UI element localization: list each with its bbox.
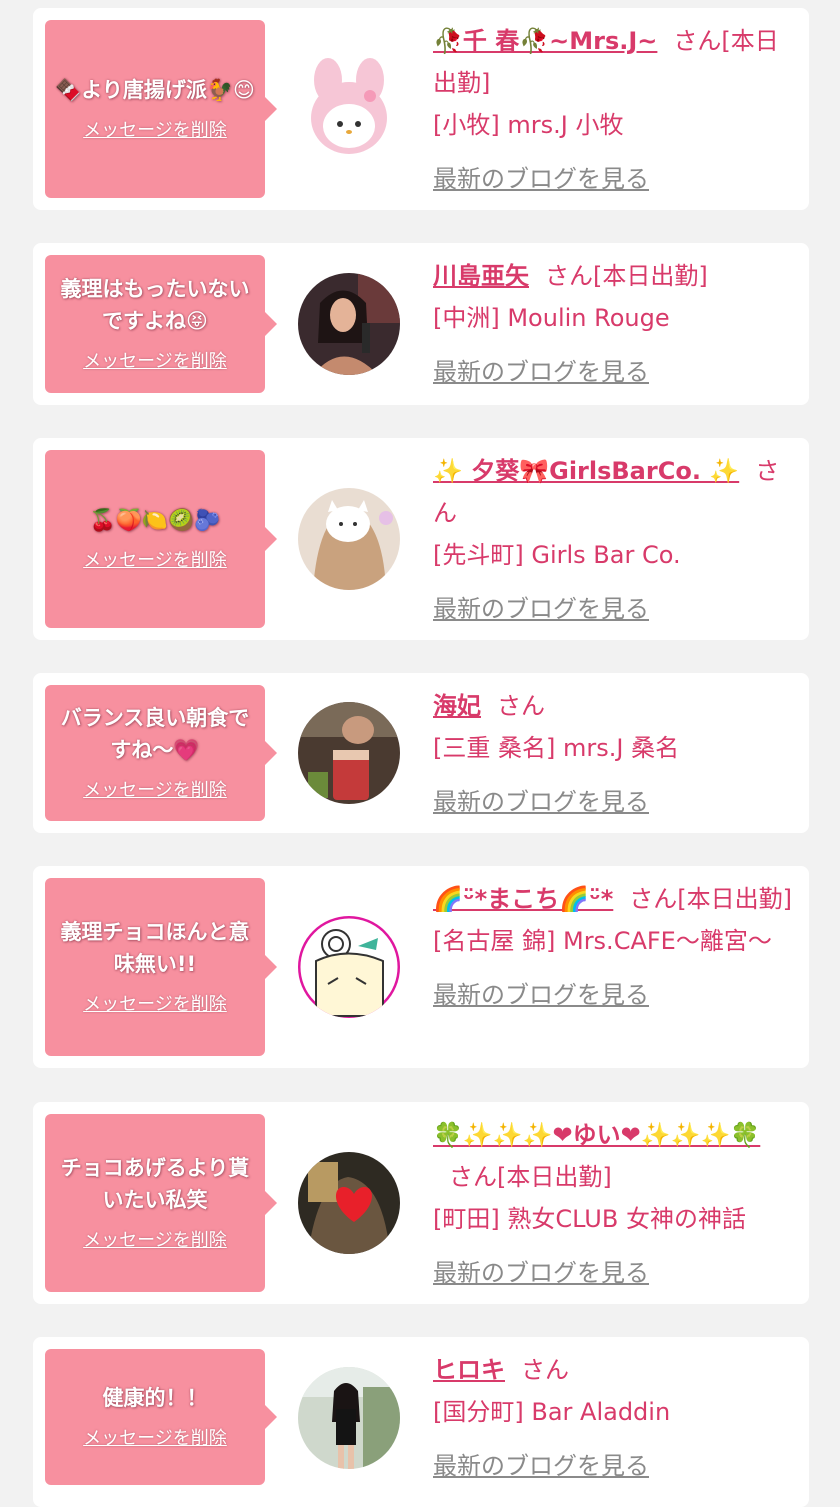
san-label: さん [521,1356,569,1384]
message-bubble: 義理チョコほんと意味無い!! メッセージを削除 [45,878,277,1056]
message-card: バランス良い朝食ですね〜💗 メッセージを削除 海妃 さん [三重 桑名] mrs.… [33,673,809,833]
delete-message-link[interactable]: メッセージを削除 [83,776,227,802]
sender-name-link[interactable]: 🍀✨✨✨❤ゆい❤✨✨✨🍀 [433,1121,760,1149]
sender-name-link[interactable]: 海妃 [433,692,481,720]
delete-message-link[interactable]: メッセージを削除 [83,546,227,572]
sender-info: ✨ 夕葵🎀GirlsBarCo. ✨ さん [先斗町] Girls Bar Co.… [433,450,793,630]
sender-info: 🍀✨✨✨❤ゆい❤✨✨✨🍀 さん[本日出勤] [町田] 熟女CLUB 女神の神話 最… [433,1114,793,1294]
latest-blog-link[interactable]: 最新のブログを見る [433,781,793,823]
sender-info: 🥀千 春🥀~Mrs.J~ さん[本日出勤] [小牧] mrs.J 小牧 最新のブロ… [433,20,793,200]
san-label: さん [449,1163,497,1191]
name-row: 🍀✨✨✨❤ゆい❤✨✨✨🍀 さん[本日出勤] [433,1114,793,1198]
message-bubble: 🍫より唐揚げ派🐓😊 メッセージを削除 [45,20,277,198]
delete-message-link[interactable]: メッセージを削除 [83,116,227,142]
heart-photo-icon [298,1152,400,1254]
message-card: 🍫より唐揚げ派🐓😊 メッセージを削除 🥀千 春🥀~Mrs.J~ さん[本日出勤] … [33,8,809,210]
my-melody-plush-icon [298,58,400,160]
latest-blog-link[interactable]: 最新のブログを見る [433,1445,793,1487]
status-label: [本日出勤] [677,885,793,913]
delete-message-link[interactable]: メッセージを削除 [83,990,227,1016]
sender-name-link[interactable]: 川島亜矢 [433,262,529,290]
name-row: 🌈ᵕ̈*まこち🌈ᵕ̈* さん[本日出勤] [433,878,793,920]
shop-label: [中洲] Moulin Rouge [433,304,670,332]
message-bubble: バランス良い朝食ですね〜💗 メッセージを削除 [45,685,277,821]
status-label: [本日出勤] [593,262,708,290]
message-list: 🍫より唐揚げ派🐓😊 メッセージを削除 🥀千 春🥀~Mrs.J~ さん[本日出勤] … [0,0,840,1507]
latest-blog-link[interactable]: 最新のブログを見る [433,974,793,1016]
message-card: チョコあげるより貰いたい私笑 メッセージを削除 🍀✨✨✨❤ゆい❤✨✨✨🍀 さん[本… [33,1102,809,1304]
avatar[interactable] [298,273,400,375]
message-text: 🍫より唐揚げ派🐓😊 [55,78,255,102]
avatar[interactable] [298,1152,400,1254]
message-card: 義理はもったいないですよね😝 メッセージを削除 川島亜矢 さん[本日出勤] [中洲… [33,243,809,405]
message-card: 🍒🍑🍋🥝🫐 メッセージを削除 ✨ 夕葵🎀GirlsBarCo. ✨ さん [先斗町… [33,438,809,640]
message-bubble: チョコあげるより貰いたい私笑 メッセージを削除 [45,1114,277,1292]
sender-info: 海妃 さん [三重 桑名] mrs.J 桑名 最新のブログを見る [433,685,793,823]
message-text: 健康的！！ [102,1386,208,1410]
message-bubble: 健康的！！ メッセージを削除 [45,1349,277,1485]
shop-label: [名古屋 錦] Mrs.CAFE～離宮～ [433,927,772,955]
name-row: 川島亜矢 さん[本日出勤] [433,255,793,297]
avatar[interactable] [298,1367,400,1469]
status-label: [本日出勤] [497,1163,612,1191]
sender-info: ヒロキ さん [国分町] Bar Aladdin 最新のブログを見る [433,1349,793,1487]
shop-label: [町田] 熟女CLUB 女神の神話 [433,1205,746,1233]
message-text: 🍒🍑🍋🥝🫐 [89,508,221,532]
delete-message-link[interactable]: メッセージを削除 [83,1226,227,1252]
san-label: さん [497,692,545,720]
woman-standing-photo-icon [298,1367,400,1469]
sender-name-link[interactable]: 🌈ᵕ̈*まこち🌈ᵕ̈* [433,885,613,913]
latest-blog-link[interactable]: 最新のブログを見る [433,588,793,630]
cat-sticker-photo-icon [298,488,400,590]
latest-blog-link[interactable]: 最新のブログを見る [433,351,793,393]
avatar[interactable] [298,916,400,1018]
shop-label: [国分町] Bar Aladdin [433,1398,671,1426]
san-label: さん [673,27,722,55]
message-bubble: 義理はもったいないですよね😝 メッセージを削除 [45,255,277,393]
shop-label: [小牧] mrs.J 小牧 [433,111,624,139]
delete-message-link[interactable]: メッセージを削除 [83,1424,227,1450]
message-text: チョコあげるより貰いたい私笑 [60,1156,250,1212]
shop-label: [三重 桑名] mrs.J 桑名 [433,734,680,762]
drink-photo-icon [298,702,400,804]
sender-name-link[interactable]: ヒロキ [433,1356,505,1384]
san-label: さん [545,262,593,290]
message-text: バランス良い朝食ですね〜💗 [60,706,250,762]
sender-name-link[interactable]: 🥀千 春🥀~Mrs.J~ [433,27,657,55]
message-bubble: 🍒🍑🍋🥝🫐 メッセージを削除 [45,450,277,628]
message-card: 義理チョコほんと意味無い!! メッセージを削除 🌈ᵕ̈*まこち🌈ᵕ̈* さん[本日… [33,866,809,1068]
message-text: 義理チョコほんと意味無い!! [60,920,250,976]
name-row: 海妃 さん [433,685,793,727]
message-text: 義理はもったいないですよね😝 [60,277,250,333]
latest-blog-link[interactable]: 最新のブログを見る [433,158,793,200]
avatar[interactable] [298,702,400,804]
shop-label: [先斗町] Girls Bar Co. [433,541,681,569]
sender-info: 川島亜矢 さん[本日出勤] [中洲] Moulin Rouge 最新のブログを見る [433,255,793,393]
avatar[interactable] [298,488,400,590]
name-row: ヒロキ さん [433,1349,793,1391]
name-row: 🥀千 春🥀~Mrs.J~ さん[本日出勤] [433,20,793,104]
san-label: さん [629,885,678,913]
sender-info: 🌈ᵕ̈*まこち🌈ᵕ̈* さん[本日出勤] [名古屋 錦] Mrs.CAFE～離宮～… [433,878,793,1016]
avatar[interactable] [298,58,400,160]
sender-name-link[interactable]: ✨ 夕葵🎀GirlsBarCo. ✨ [433,457,739,485]
name-row: ✨ 夕葵🎀GirlsBarCo. ✨ さん [433,450,793,534]
delete-message-link[interactable]: メッセージを削除 [83,347,227,373]
message-card: 健康的！！ メッセージを削除 ヒロキ さん [国分町] Bar Aladdin 最… [33,1337,809,1507]
woman-photo-icon [298,273,400,375]
drawing-girl-icon [298,916,400,1018]
latest-blog-link[interactable]: 最新のブログを見る [433,1252,793,1294]
